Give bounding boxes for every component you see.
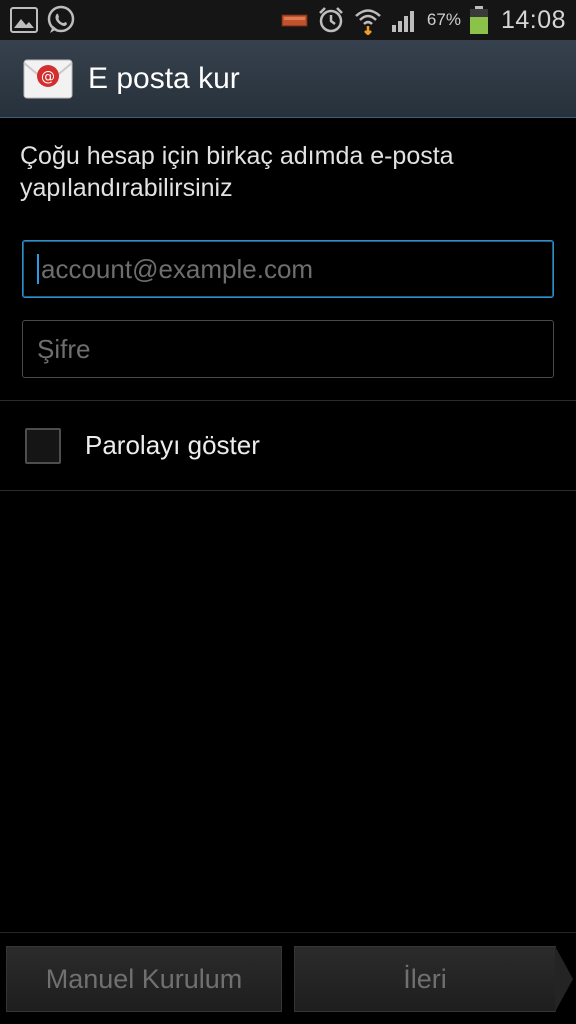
show-password-row[interactable]: Parolayı göster [0,401,576,490]
manual-setup-button[interactable]: Manuel Kurulum [6,946,282,1012]
status-bar-system: 67% 14:08 [281,5,566,35]
whatsapp-icon [46,5,76,35]
alarm-icon [317,6,345,34]
action-bar: @ E posta kur [0,40,576,118]
email-setup-screen: 67% 14:08 @ E posta kur Çoğu hesap için … [0,0,576,1024]
show-password-label: Parolayı göster [85,430,260,460]
next-button-label: İleri [403,963,447,994]
battery-icon [469,5,489,35]
signal-icon [391,7,419,33]
battery-saver-icon [281,12,309,28]
email-app-icon[interactable]: @ [22,57,74,101]
battery-percentage: 67% [426,10,461,29]
password-field[interactable] [22,320,554,378]
divider [0,490,576,491]
email-input[interactable] [41,241,553,297]
show-password-checkbox[interactable] [25,427,61,464]
page-title: E posta kur [88,61,240,95]
next-arrow-icon [555,946,573,1012]
gallery-icon [10,7,38,33]
clock: 14:08 [500,5,566,34]
bottom-button-bar: Manuel Kurulum İleri [0,932,576,1024]
password-input[interactable] [37,321,553,377]
next-button[interactable]: İleri [294,946,573,1012]
status-bar-notifications [10,5,76,35]
intro-text: Çoğu hesap için birkaç adımda e-posta ya… [20,142,454,202]
text-cursor [37,254,39,284]
svg-text:@: @ [41,69,55,85]
email-field[interactable] [22,240,554,298]
status-bar: 67% 14:08 [0,0,576,40]
wifi-icon [353,5,383,35]
